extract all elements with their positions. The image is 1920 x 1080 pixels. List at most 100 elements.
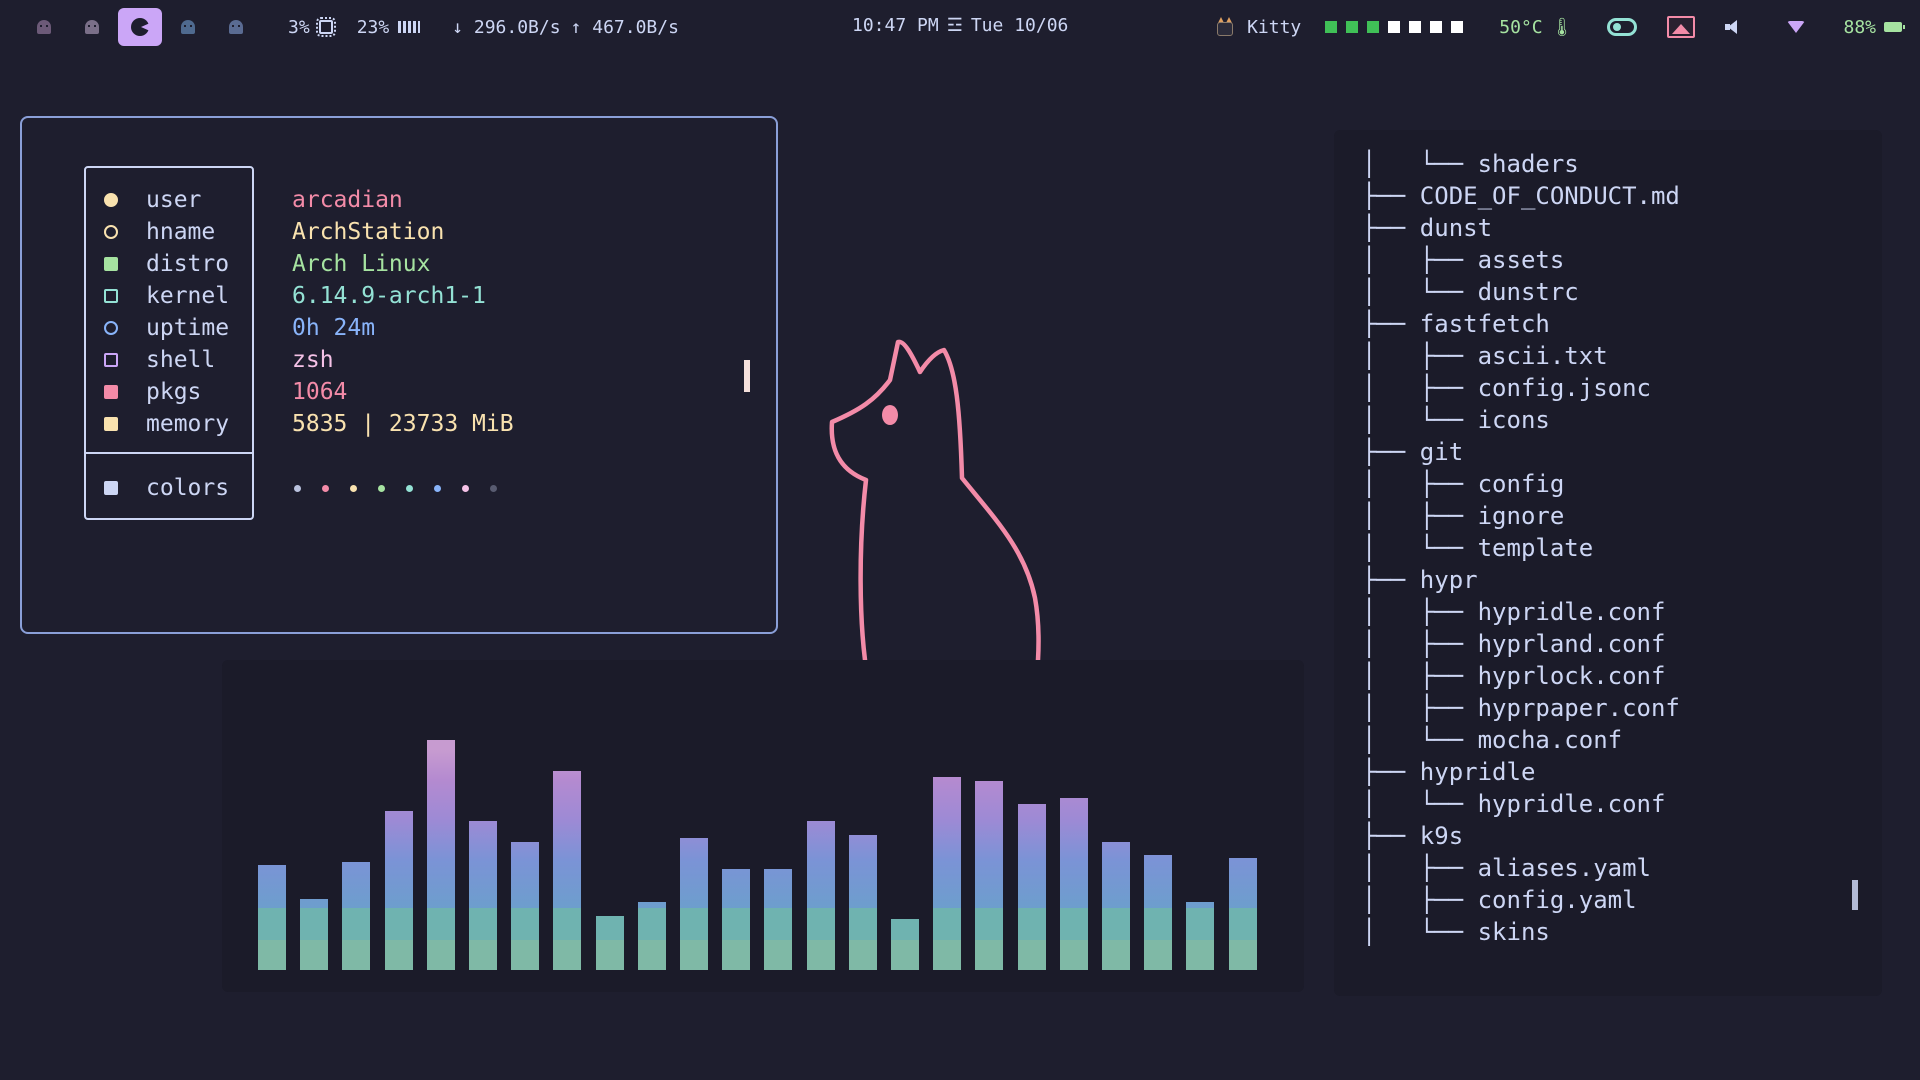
palette-icon — [104, 481, 118, 495]
net-down-value: ↓ 296.0B/s — [452, 16, 561, 38]
battery[interactable]: 88% — [1843, 17, 1905, 38]
tree-item-name: template — [1477, 534, 1594, 562]
idle-inhibitor-toggle-icon[interactable] — [1607, 18, 1638, 36]
workspace-dot-3[interactable] — [1367, 21, 1380, 33]
tree-item-name: ignore — [1477, 502, 1565, 530]
tree-branch: │ └── — [1362, 790, 1478, 818]
workspace-2-button[interactable] — [70, 8, 114, 46]
visualizer-bar — [1186, 902, 1214, 970]
palette-dot-2 — [322, 484, 329, 492]
tree-item-name: config.yaml — [1477, 886, 1637, 914]
workspace-3-button[interactable] — [118, 8, 162, 46]
fastfetch-value: 0h 24m — [292, 315, 376, 341]
workspace-5-button[interactable] — [214, 8, 258, 46]
workspace-dot-4[interactable] — [1388, 21, 1401, 33]
visualizer-bar — [300, 899, 328, 970]
terminal-window-tree[interactable]: │ └── shaders ├── CODE_OF_CONDUCT.md ├── d… — [1334, 130, 1882, 996]
visualizer-bar — [933, 777, 961, 970]
top-bar: 3% 23% ↓ 296.0B/s ↑ 467.0B/s 10:47 PM ☲ … — [0, 0, 1920, 54]
tree-branch: │ ├── — [1362, 502, 1478, 530]
tree-item-name: ascii.txt — [1477, 342, 1608, 370]
fastfetch-key: uptime — [146, 315, 230, 341]
tree-branch: │ ├── — [1362, 854, 1478, 882]
fastfetch-separator — [86, 452, 252, 454]
tree-entry: ├── hypridle — [1362, 758, 1535, 790]
tree-item-name: config — [1477, 470, 1565, 498]
tree-item-name: fastfetch — [1419, 310, 1550, 338]
visualizer-bar — [1060, 798, 1088, 970]
fastfetch-key: memory — [146, 411, 230, 437]
tree-entry: │ ├── config — [1362, 470, 1564, 502]
terminal-icon — [104, 353, 118, 367]
tree-entry: │ ├── aliases.yaml — [1362, 854, 1651, 886]
terminal-window-fastfetch[interactable]: user arcadian hname ArchStation distro Arch L… — [20, 116, 778, 634]
thermometer-icon: 🌡︎ — [1550, 16, 1574, 38]
fastfetch-key: user — [146, 187, 202, 213]
palette-dot-4 — [378, 484, 385, 492]
fastfetch-key: shell — [146, 347, 216, 373]
tree-item-name: hypridle.conf — [1477, 598, 1666, 626]
tree-item-name: shaders — [1477, 150, 1579, 178]
tree-item-name: icons — [1477, 406, 1550, 434]
linux-icon — [104, 257, 118, 271]
tree-branch: ├── — [1362, 566, 1420, 594]
tree-branch: │ ├── — [1362, 886, 1478, 914]
tree-entry: │ └── skins — [1362, 918, 1550, 950]
workspace-dot-6[interactable] — [1430, 21, 1443, 33]
volume-icon[interactable] — [1725, 20, 1739, 34]
workspace-dot-5[interactable] — [1409, 21, 1422, 33]
tree-entry: │ ├── hyprpaper.conf — [1362, 694, 1680, 726]
tree-item-name: dunst — [1419, 214, 1493, 242]
tree-item-name: k9s — [1419, 822, 1464, 850]
palette-dot-1 — [294, 484, 301, 492]
ghost-icon — [85, 20, 99, 34]
cpu-usage[interactable]: 3% — [288, 16, 336, 38]
tree-item-name: assets — [1477, 246, 1565, 274]
net-up-value: ↑ 467.0B/s — [570, 16, 679, 38]
wallpaper-icon[interactable] — [1667, 16, 1696, 38]
fastfetch-value: zsh — [292, 347, 334, 373]
clock[interactable]: 10:47 PM ☲ Tue 10/06 — [852, 15, 1068, 36]
desktop: 3% 23% ↓ 296.0B/s ↑ 467.0B/s 10:47 PM ☲ … — [0, 0, 1920, 1080]
package-icon — [104, 385, 118, 399]
tree-item-name: dunstrc — [1477, 278, 1579, 306]
visualizer-bar — [1018, 804, 1046, 970]
visualizer-bar — [975, 781, 1003, 970]
workspace-1-button[interactable] — [22, 8, 66, 46]
workspace-dot-2[interactable] — [1346, 21, 1359, 33]
fastfetch-key: colors — [146, 475, 230, 501]
fastfetch-value: ArchStation — [292, 219, 445, 245]
visualizer-bar — [427, 740, 455, 970]
fastfetch-key: hname — [146, 219, 216, 245]
tree-entry: ├── fastfetch — [1362, 310, 1550, 342]
tree-branch: │ ├── — [1362, 630, 1478, 658]
wifi-icon[interactable] — [1787, 21, 1806, 33]
workspace-4-button[interactable] — [166, 8, 210, 46]
tree-item-name: hypr — [1419, 566, 1478, 594]
temperature-value[interactable]: 50°C — [1499, 17, 1542, 38]
visualizer-bar — [385, 811, 413, 970]
tree-item-name: config.jsonc — [1477, 374, 1651, 402]
palette-dot-5 — [406, 484, 413, 492]
audio-visualizer-window[interactable] — [222, 660, 1304, 992]
tree-item-name: hyprlock.conf — [1477, 662, 1666, 690]
palette-dot-7 — [462, 484, 469, 492]
ram-usage[interactable]: 23% — [357, 17, 421, 38]
tree-entry: ├── git — [1362, 438, 1463, 470]
visualizer-bar — [553, 771, 581, 970]
tree-item-name: CODE_OF_CONDUCT.md — [1419, 182, 1680, 210]
cat-illustration — [829, 339, 1041, 663]
tree-branch: │ └── — [1362, 278, 1478, 306]
tree-branch: ├── — [1362, 438, 1420, 466]
fastfetch-value: 6.14.9-arch1-1 — [292, 283, 486, 309]
tree-branch: │ └── — [1362, 406, 1478, 434]
host-icon — [104, 225, 118, 239]
ghost-icon — [229, 20, 243, 34]
workspace-dot-1[interactable] — [1325, 21, 1338, 33]
tree-branch: │ └── — [1362, 726, 1478, 754]
workspace-dot-7[interactable] — [1451, 21, 1464, 33]
tree-branch: ├── — [1362, 182, 1420, 210]
visualizer-bar — [1229, 858, 1257, 970]
cpu-value: 3% — [288, 16, 310, 38]
network-speed[interactable]: ↓ 296.0B/s ↑ 467.0B/s — [452, 17, 679, 38]
